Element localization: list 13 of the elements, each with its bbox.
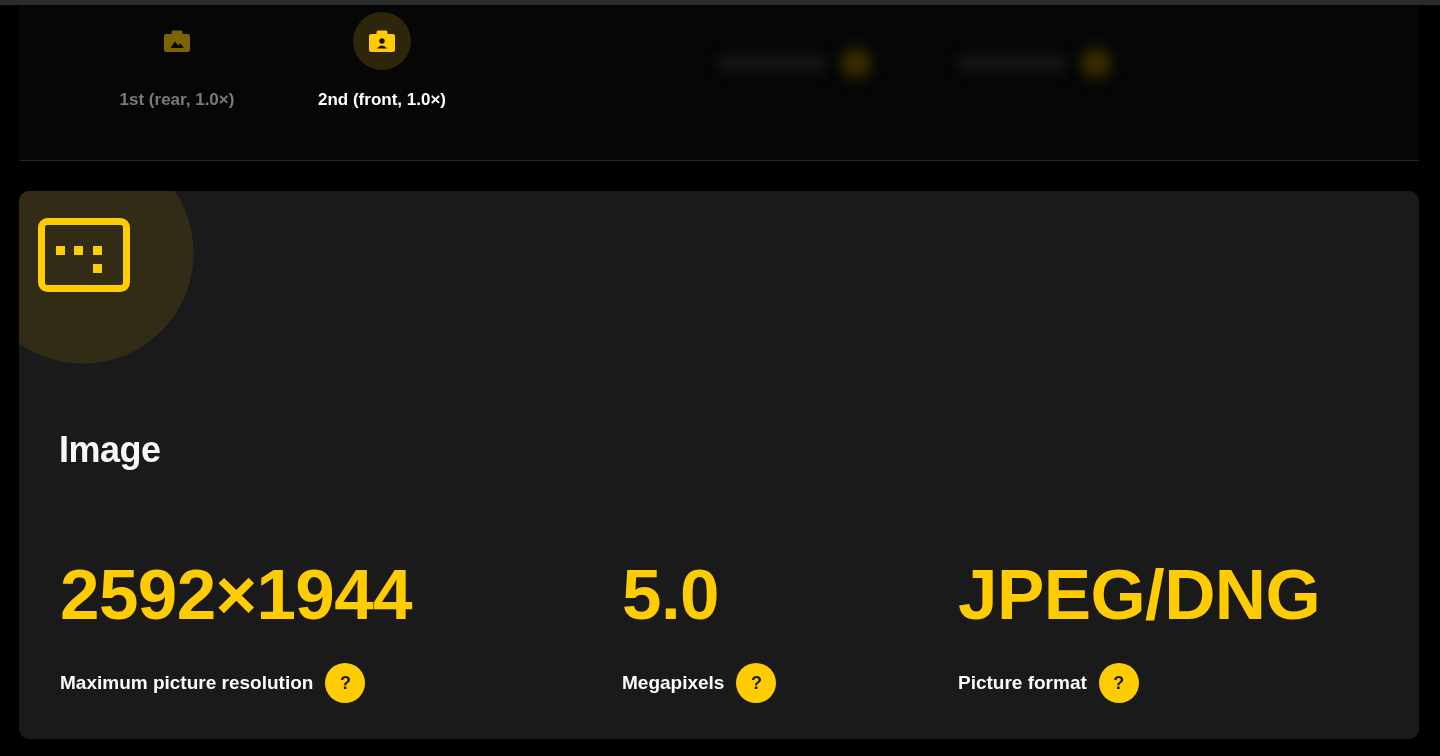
stat-label: Picture format	[958, 671, 1087, 695]
section-title: Image	[59, 428, 161, 472]
stat-label: Maximum picture resolution	[60, 671, 314, 695]
help-button[interactable]: ?	[736, 663, 777, 703]
help-button[interactable]: ?	[325, 663, 366, 703]
camera-tab[interactable]: 2nd (front, 1.0×)	[302, 5, 462, 110]
stat-value: 2592×1944	[60, 560, 412, 630]
help-button[interactable]: ?	[1098, 663, 1139, 703]
camera-tab[interactable]: 1st (rear, 1.0×)	[97, 5, 257, 110]
stat-value: JPEG/DNG	[958, 560, 1321, 630]
stat-label: Megapixels	[622, 671, 725, 695]
camera-mountain-icon	[164, 30, 190, 52]
stat-value: 5.0	[622, 560, 719, 630]
